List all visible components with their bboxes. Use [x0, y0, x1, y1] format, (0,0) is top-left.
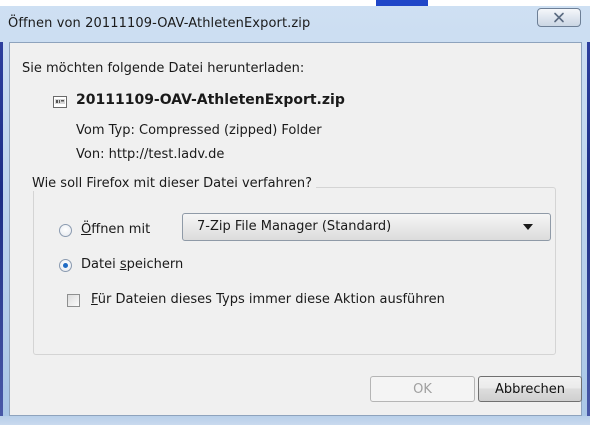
close-icon — [554, 12, 564, 23]
dialog-body: Sie möchten folgende Datei herunterladen… — [9, 42, 582, 416]
open-with-label[interactable]: Öffnen mit — [81, 222, 150, 237]
always-do-this-label[interactable]: Für Dateien dieses Typs immer diese Akti… — [91, 292, 445, 307]
window-edge-left — [0, 42, 3, 425]
ok-button[interactable]: OK — [370, 376, 475, 402]
file-type-line: Vom Typ: Compressed (zipped) Folder — [76, 123, 322, 138]
file-source-label: Von: — [76, 147, 105, 162]
action-group-legend: Wie soll Firefox mit dieser Datei verfah… — [28, 176, 316, 191]
save-file-accesskey: s — [119, 257, 127, 272]
window-bottom-edge — [0, 416, 590, 425]
always-do-this-checkbox[interactable] — [67, 294, 80, 307]
close-button[interactable] — [537, 8, 581, 27]
always-do-this-accesskey: F — [91, 292, 98, 307]
application-select[interactable]: 7-Zip File Manager (Standard) — [182, 213, 551, 241]
chevron-down-icon — [523, 224, 533, 230]
file-name: 20111109-OAV-AthletenExport.zip — [76, 92, 345, 108]
application-select-value: 7-Zip File Manager (Standard) — [197, 219, 392, 234]
dialog-window: Öffnen von 20111109-OAV-AthletenExport.z… — [0, 0, 590, 425]
file-type-value: Compressed (zipped) Folder — [139, 123, 322, 138]
open-with-accesskey: Ö — [81, 222, 92, 237]
window-title: Öffnen von 20111109-OAV-AthletenExport.z… — [8, 16, 311, 31]
save-file-label-part1: Datei — [81, 257, 120, 272]
save-file-label-part2: peichern — [126, 257, 184, 272]
open-with-label-rest: ffnen mit — [91, 222, 151, 237]
title-bar[interactable]: Öffnen von 20111109-OAV-AthletenExport.z… — [0, 6, 590, 42]
open-with-radio[interactable] — [59, 224, 72, 237]
cancel-button[interactable]: Abbrechen — [478, 376, 582, 402]
file-source-value: http://test.ladv.de — [108, 147, 225, 162]
file-source-line: Von: http://test.ladv.de — [76, 147, 224, 162]
save-file-label[interactable]: Datei speichern — [81, 257, 183, 272]
download-intro-text: Sie möchten folgende Datei herunterladen… — [22, 61, 305, 76]
save-file-radio[interactable] — [59, 259, 72, 272]
file-type-label: Vom Typ: — [76, 123, 135, 138]
zip-file-icon — [53, 96, 67, 108]
always-do-this-label-rest: ür Dateien dieses Typs immer diese Aktio… — [97, 292, 445, 307]
